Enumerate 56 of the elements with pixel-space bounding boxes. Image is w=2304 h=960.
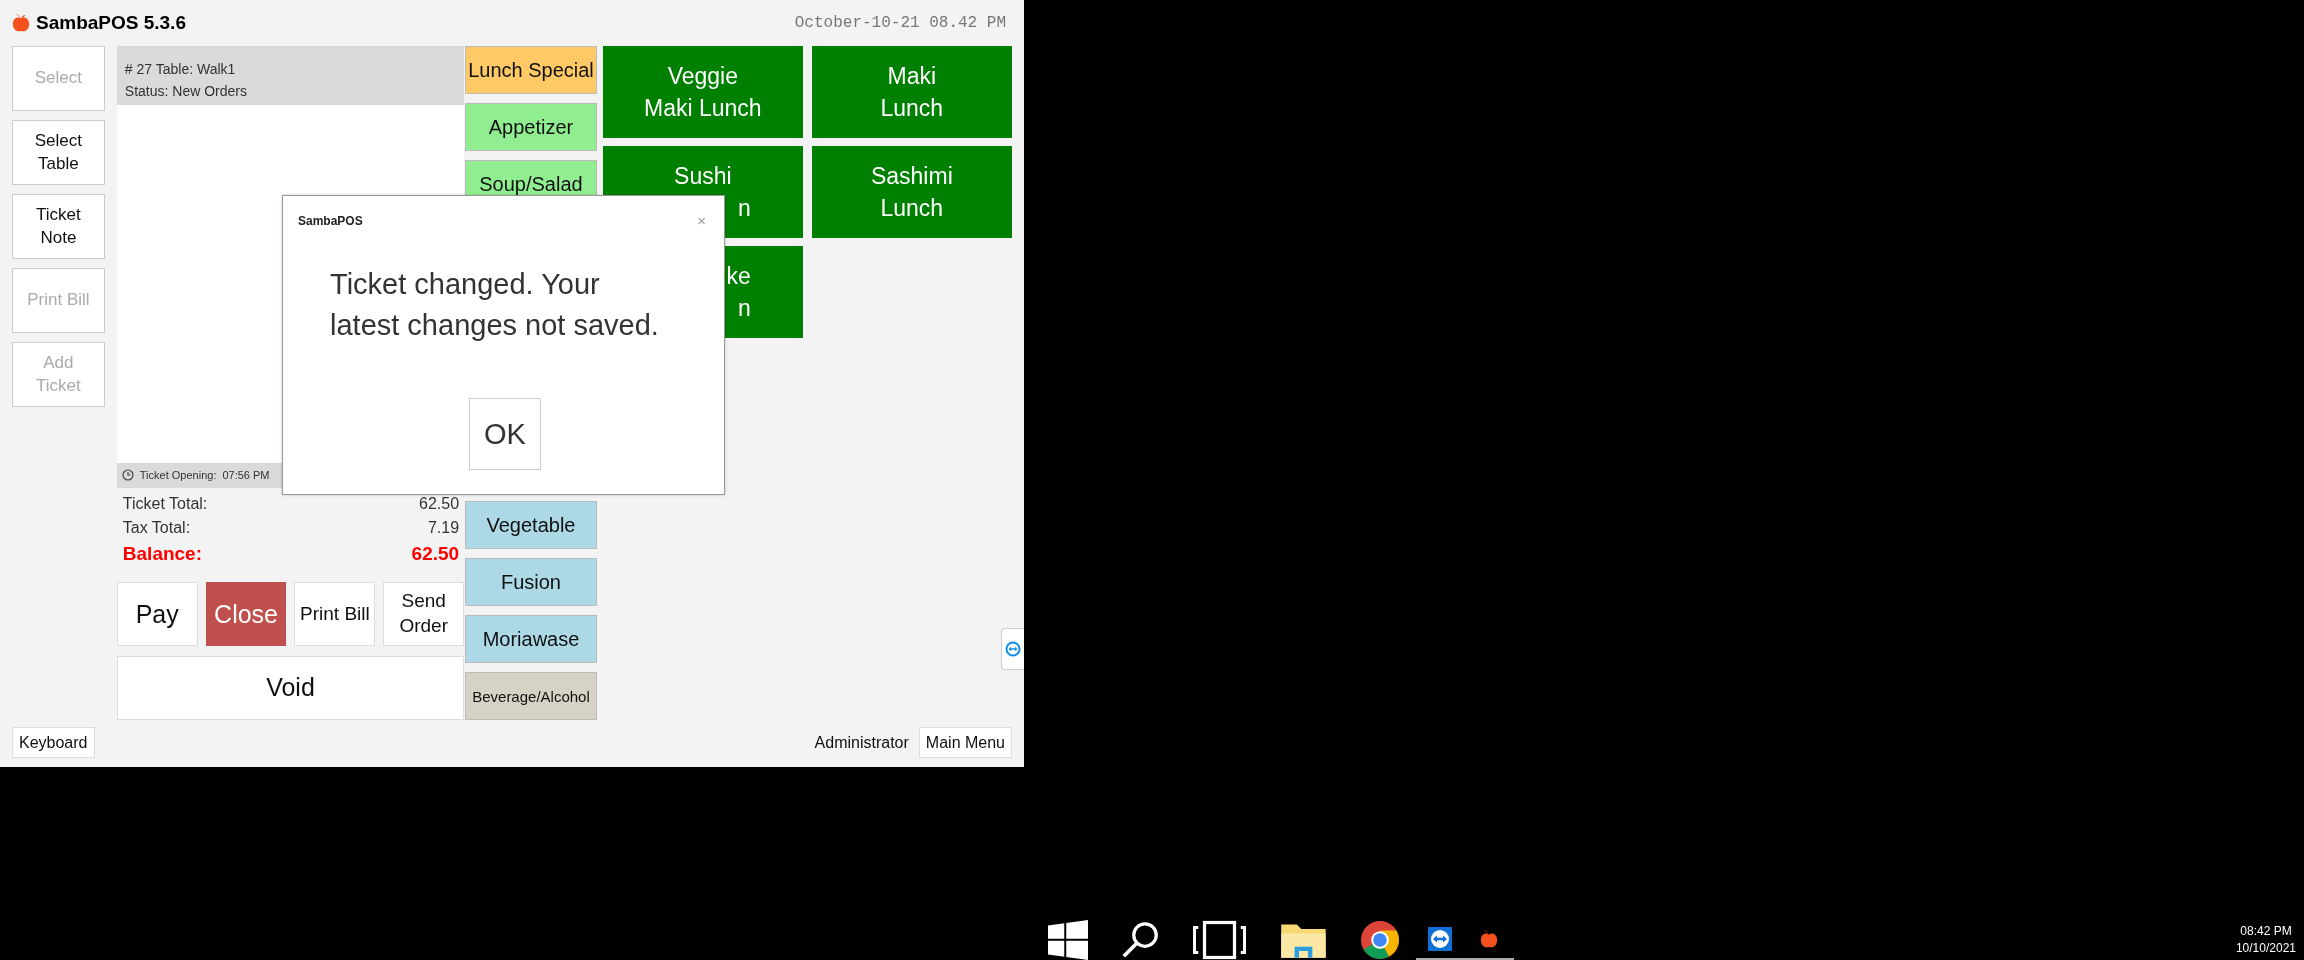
product-label: ke — [726, 262, 751, 291]
category-button[interactable]: Moriawase — [465, 615, 597, 663]
category-button[interactable]: Lunch Special — [465, 46, 597, 94]
product-label: Lunch — [880, 194, 944, 223]
product-label: Sashimi — [870, 162, 953, 191]
window-title: SambaPOS 5.3.6 — [36, 12, 186, 34]
void-button[interactable]: Void — [116, 655, 465, 720]
arrows-icon — [1005, 641, 1021, 657]
ok-button[interactable]: OK — [469, 398, 541, 470]
taskbar-date: 10/10/2021 — [2235, 940, 2296, 957]
action-button[interactable]: Print Bill — [294, 581, 376, 646]
total-label: Tax Total: — [122, 517, 191, 538]
category-button[interactable]: Fusion — [465, 558, 597, 606]
product-label: Maki Lunch — [644, 94, 762, 123]
main-menu-button[interactable]: Main Menu — [918, 727, 1012, 758]
category-button[interactable]: Appetizer — [465, 103, 597, 151]
product-label: Maki — [887, 62, 937, 91]
product-label: n — [738, 294, 751, 323]
product-label: n — [738, 194, 751, 223]
action-button[interactable]: Close — [205, 581, 287, 646]
ticket-opening-time: 07:56 PM — [222, 469, 270, 482]
ticket-opening-label: Ticket Opening: — [139, 469, 217, 482]
product-label: Lunch — [880, 94, 944, 123]
windows-icon[interactable] — [1048, 920, 1088, 960]
ticket-info: Status: New Orders — [124, 82, 248, 101]
apple-icon[interactable] — [1480, 929, 1499, 949]
remote-arrows-icon[interactable] — [1428, 927, 1453, 951]
balance-value: 62.50 — [411, 541, 460, 566]
dialog-message: Ticket changed. Your latest changes not saved. — [330, 267, 660, 343]
apple-icon — [12, 13, 30, 33]
total-value: 7.19 — [427, 517, 460, 538]
task-view-icon[interactable] — [1192, 920, 1247, 960]
taskbar-time: 08:42 PM — [2240, 923, 2292, 940]
ticket-info: # 27 Table: Walk1 — [124, 60, 237, 79]
keyboard-button[interactable]: Keyboard — [12, 727, 95, 758]
product-tile[interactable]: Sashimi Lunch — [811, 146, 1012, 238]
balance-label: Balance: — [122, 541, 202, 566]
user-name: Administrator — [814, 733, 909, 752]
category-button[interactable]: Vegetable — [465, 501, 597, 549]
browser-icon[interactable] — [1359, 920, 1400, 960]
product-tile[interactable]: Maki Lunch — [811, 46, 1012, 138]
dialog-title: SambaPOS — [298, 213, 363, 228]
product-label: Sushi — [674, 162, 732, 191]
total-value: 62.50 — [419, 493, 460, 514]
action-button[interactable]: Send Order — [383, 581, 465, 646]
search-icon[interactable] — [1120, 920, 1160, 960]
action-button[interactable]: Pay — [116, 581, 198, 646]
clock-icon — [121, 469, 134, 482]
side-button[interactable]: Ticket Note — [12, 194, 105, 259]
side-button[interactable]: Select Table — [12, 120, 105, 185]
product-label: Veggie — [667, 62, 738, 91]
total-label: Ticket Total: — [122, 493, 208, 514]
category-button[interactable]: Beverage/Alcohol — [465, 672, 597, 720]
date-time: October-10-21 08.42 PM — [794, 14, 1006, 32]
remote-control-tab[interactable] — [1001, 628, 1024, 670]
product-tile[interactable]: Veggie Maki Lunch — [602, 46, 803, 138]
